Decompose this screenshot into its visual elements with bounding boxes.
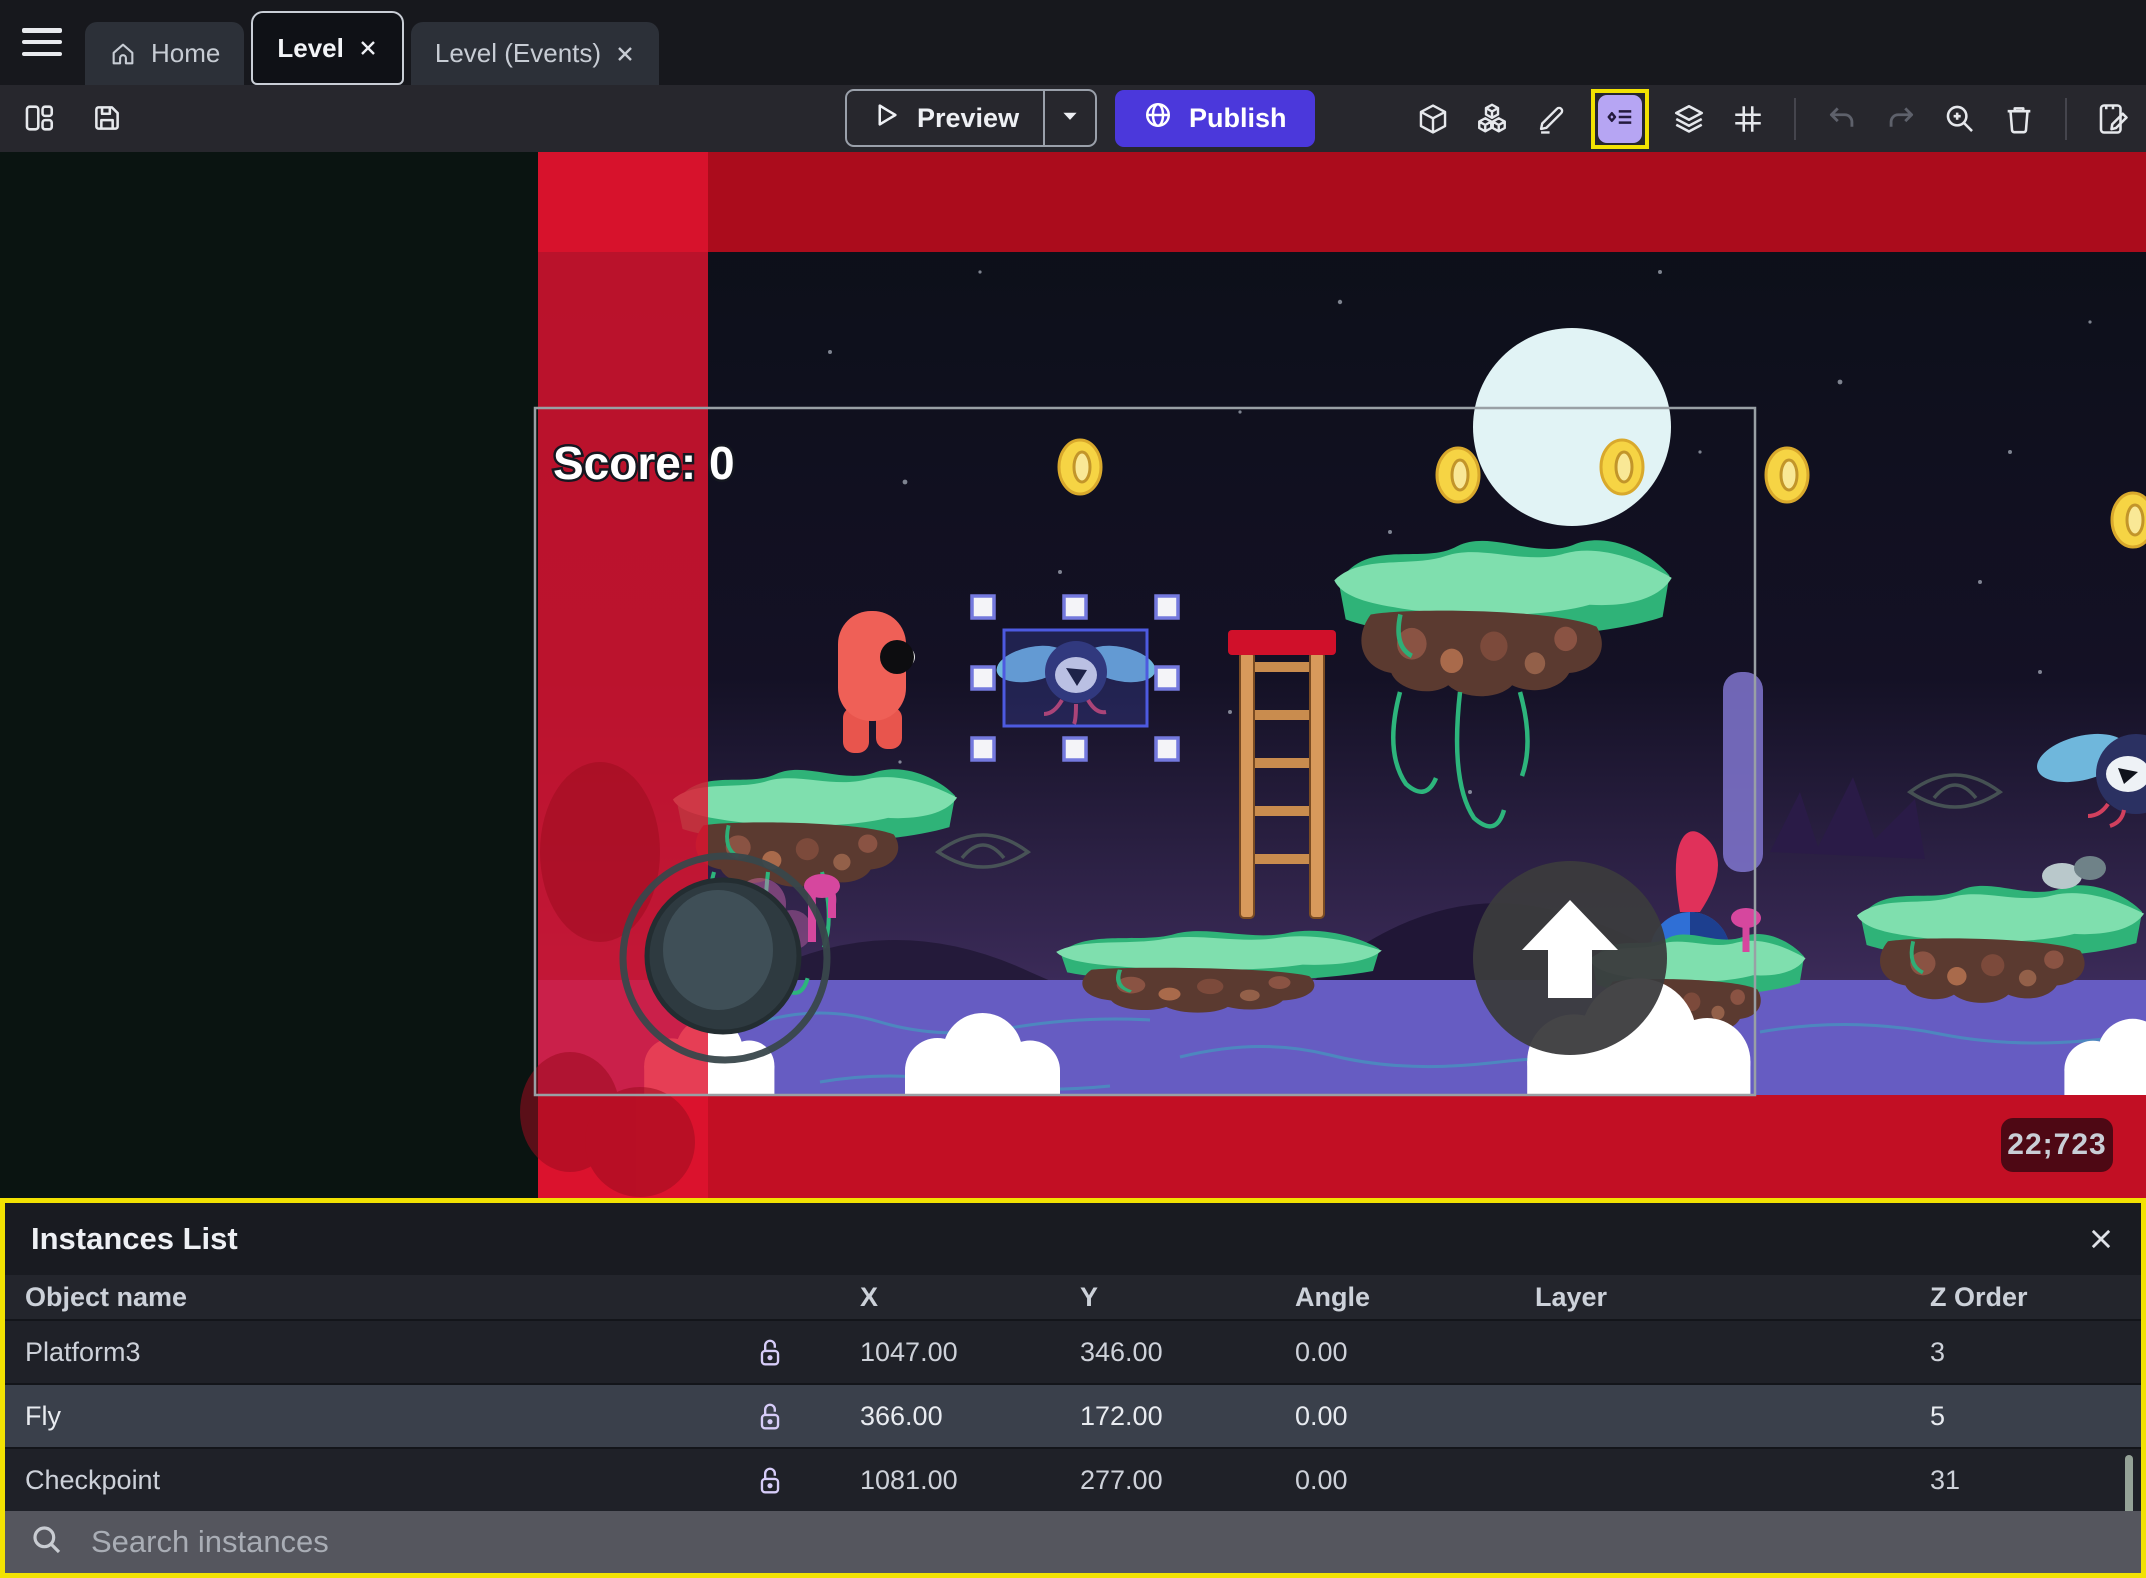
column-header: Y [1080,1281,1099,1312]
instance-x[interactable]: 366.00 [815,1401,1035,1432]
table-row[interactable]: Checkpoint 1081.00 277.00 0.00 31 [5,1447,2141,1511]
bottom-red-band [538,1095,2146,1205]
objects-cube-icon[interactable] [1414,100,1452,138]
instances-list-toggle-highlighted[interactable] [1591,89,1649,149]
edit-pencil-icon[interactable] [1532,100,1570,138]
trash-icon[interactable] [2000,100,2038,138]
column-header: Layer [1535,1281,1608,1312]
close-icon[interactable] [615,44,635,64]
hamburger-menu-icon[interactable] [22,28,62,56]
grid-icon[interactable] [1729,100,1767,138]
instance-y[interactable]: 172.00 [1035,1401,1250,1432]
instance-zorder[interactable]: 31 [1885,1465,2141,1496]
unlock-icon[interactable] [725,1401,815,1431]
tab-bar: Home Level Level (Events) [0,0,2146,85]
cursor-coordinates-badge: 22;723 [2001,1118,2113,1172]
panel-title: Instances List [31,1221,238,1256]
home-icon [109,40,137,68]
preview-button-group: Preview [845,89,1098,147]
coin-sprite[interactable] [1057,438,1103,496]
coin-sprite[interactable] [1435,446,1481,504]
tab-label: Level [277,32,344,63]
column-header: X [860,1281,879,1312]
globe-icon [1143,100,1173,137]
redo-icon[interactable] [1882,100,1920,138]
game-scene-svg[interactable]: Score: 0 [0,152,2146,1205]
zoom-in-icon[interactable] [1941,100,1979,138]
instance-name: Fly [25,1400,61,1431]
close-icon[interactable] [2087,1225,2115,1253]
preview-label: Preview [917,102,1020,133]
moon-sprite[interactable] [1473,328,1671,526]
coin-sprite[interactable] [1599,438,1645,496]
instances-list-icon [1605,102,1635,137]
scene-editor-canvas[interactable]: Score: 0 22;723 [0,152,2146,1205]
instances-list-panel: Instances List Object name X Y Angle Lay… [0,1198,2146,1578]
waterfall [1723,672,1763,872]
instances-table-header: Object name X Y Angle Layer Z Order [5,1275,2141,1319]
preview-options-button[interactable] [1043,91,1095,145]
undo-icon[interactable] [1823,100,1861,138]
toolbar-separator [2065,98,2067,140]
tab-level[interactable]: Level [251,11,404,85]
tab-label: Level (Events) [434,38,602,68]
instance-zorder[interactable]: 3 [1885,1337,2141,1368]
column-header: Object name [25,1281,188,1312]
coin-sprite[interactable] [1764,446,1810,504]
coin-sprite[interactable] [2110,491,2146,549]
close-icon[interactable] [358,38,378,58]
instance-name: Platform3 [25,1336,141,1367]
unlock-icon[interactable] [725,1337,815,1367]
toolbar-separator [1794,98,1796,140]
instance-angle[interactable]: 0.00 [1250,1401,1490,1432]
instance-zorder[interactable]: 5 [1885,1401,2141,1432]
instance-y[interactable]: 346.00 [1035,1337,1250,1368]
instance-angle[interactable]: 0.00 [1250,1465,1490,1496]
instance-angle[interactable]: 0.00 [1250,1337,1490,1368]
editor-toolbar: Preview Publish [0,85,2146,152]
search-icon [31,1524,63,1561]
publish-button[interactable]: Publish [1115,90,1315,147]
object-groups-icon[interactable] [1473,100,1511,138]
save-icon[interactable] [88,99,126,137]
jump-button-sprite[interactable] [1473,861,1667,1055]
layers-icon[interactable] [1670,100,1708,138]
play-icon [871,100,901,137]
column-header: Z Order [1930,1281,2028,1312]
instance-y[interactable]: 277.00 [1035,1465,1250,1496]
unlock-icon[interactable] [725,1465,815,1495]
preview-button[interactable]: Preview [847,91,1043,145]
caret-down-icon [1059,105,1081,132]
column-header: Angle [1295,1281,1371,1312]
table-row[interactable]: Platform3 1047.00 346.00 0.00 3 [5,1319,2141,1383]
joystick-control-sprite[interactable] [619,852,831,1064]
panels-layout-icon[interactable] [20,99,58,137]
top-red-band [538,152,2146,252]
publish-label: Publish [1189,103,1287,133]
instance-name: Checkpoint [25,1464,161,1495]
tab-label: Home [151,38,221,68]
instance-x[interactable]: 1081.00 [815,1465,1035,1496]
tab-level-events[interactable]: Level (Events) [410,22,660,85]
selection-marquee [1002,628,1149,728]
search-instances-input[interactable] [89,1523,2141,1561]
scene-properties-icon[interactable] [2094,100,2132,138]
score-text-object[interactable]: Score: 0 [551,435,738,492]
instance-x[interactable]: 1047.00 [815,1337,1035,1368]
tab-home[interactable]: Home [85,22,245,85]
table-row-selected[interactable]: Fly 366.00 172.00 0.00 5 [5,1383,2141,1447]
